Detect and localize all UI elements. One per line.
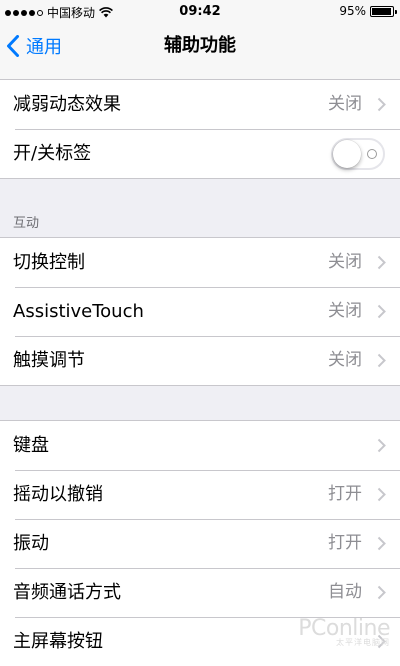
row-label: 摇动以撤销: [13, 484, 103, 505]
on-off-labels-toggle[interactable]: [331, 138, 385, 170]
row-touch-accommodations[interactable]: 触摸调节 关闭: [0, 336, 400, 385]
chevron-right-icon: [377, 304, 386, 319]
battery-fill: [372, 7, 391, 15]
chevron-right-icon: [377, 353, 386, 368]
chevron-right-icon: [377, 255, 386, 270]
watermark: PConline 太平洋电脑网: [298, 616, 390, 648]
row-label: 切换控制: [13, 252, 85, 273]
row-value: 关闭: [328, 252, 362, 272]
page-title: 辅助功能: [164, 35, 236, 56]
row-value: 打开: [328, 533, 362, 553]
row-keyboard[interactable]: 键盘: [0, 421, 400, 470]
chevron-right-icon: [377, 536, 386, 551]
settings-group-display: 减弱动态效果 关闭 开/关标签: [0, 80, 400, 179]
row-label: 振动: [13, 533, 49, 554]
row-label: 主屏幕按钮: [13, 631, 103, 652]
row-label: 音频通话方式: [13, 582, 121, 603]
row-label: 触摸调节: [13, 350, 85, 371]
row-assistive-touch[interactable]: AssistiveTouch 关闭: [0, 287, 400, 336]
status-bar: 中国移动 09:42 95%: [0, 0, 400, 24]
chevron-right-icon: [377, 487, 386, 502]
section-header-interaction: 互动: [13, 216, 40, 231]
row-label: AssistiveTouch: [13, 301, 144, 322]
row-value: 打开: [328, 484, 362, 504]
navigation-bar: 通用 辅助功能: [0, 24, 400, 80]
row-vibration[interactable]: 振动 打开: [0, 519, 400, 568]
chevron-right-icon: [377, 97, 386, 112]
row-reduce-motion[interactable]: 减弱动态效果 关闭: [0, 80, 400, 129]
row-value: 自动: [328, 582, 362, 602]
row-label: 开/关标签: [13, 143, 92, 164]
battery-icon: [370, 5, 397, 17]
toggle-knob: [333, 140, 361, 168]
off-label-icon: [367, 149, 377, 159]
status-bar-right: 95%: [339, 4, 397, 18]
chevron-right-icon: [377, 585, 386, 600]
row-value: 关闭: [328, 94, 362, 114]
row-value: 关闭: [328, 301, 362, 321]
row-label: 键盘: [13, 435, 49, 456]
settings-group-interaction: 切换控制 关闭 AssistiveTouch 关闭 触摸调节 关闭: [0, 237, 400, 386]
row-on-off-labels: 开/关标签: [0, 129, 400, 178]
chevron-right-icon: [377, 438, 386, 453]
row-switch-control[interactable]: 切换控制 关闭: [0, 238, 400, 287]
row-shake-to-undo[interactable]: 摇动以撤销 打开: [0, 470, 400, 519]
battery-percent: 95%: [339, 4, 366, 18]
row-label: 减弱动态效果: [13, 94, 121, 115]
row-value: 关闭: [328, 350, 362, 370]
row-call-audio-routing[interactable]: 音频通话方式 自动: [0, 568, 400, 617]
